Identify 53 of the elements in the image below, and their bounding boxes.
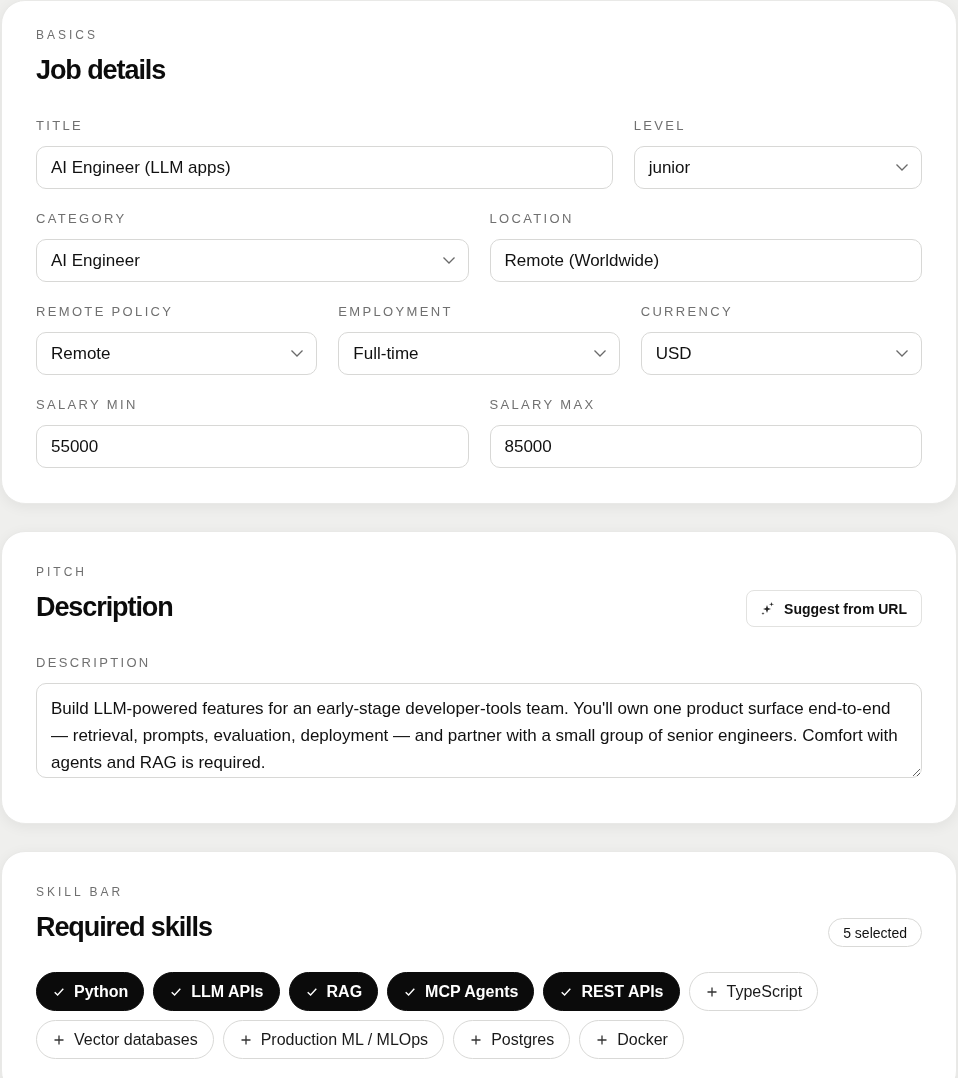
skill-chip[interactable]: Postgres [453, 1020, 571, 1059]
check-icon [561, 987, 572, 996]
field-label: CATEGORY [36, 212, 128, 226]
field-label: REMOTE POLICY [36, 305, 175, 319]
dropdown-select[interactable]: AI Engineer [36, 239, 469, 282]
chevron-down-icon [896, 164, 908, 171]
field-label: LOCATION [489, 212, 575, 226]
dropdown-select[interactable]: USD [640, 332, 922, 375]
skill-chip[interactable]: TypeScript [688, 972, 819, 1011]
skill-chip[interactable]: Vector databases [36, 1020, 214, 1059]
skill-chip[interactable]: Docker [579, 1020, 684, 1059]
section-heading: Job details [36, 54, 166, 87]
plus-icon [240, 1034, 251, 1045]
field-label: DESCRIPTION [36, 656, 152, 670]
skill-chip[interactable]: REST APIs [543, 972, 680, 1011]
plus-icon [471, 1034, 482, 1045]
chevron-down-icon [291, 350, 304, 357]
text-input[interactable]: Remote (Worldwide) [489, 239, 922, 282]
sparkle-icon [761, 602, 775, 615]
section-eyebrow: SKILL BAR [36, 885, 125, 899]
check-icon [306, 987, 317, 996]
field-label: CURRENCY [640, 305, 735, 319]
chevron-down-icon [442, 257, 455, 264]
skill-chip[interactable]: RAG [288, 972, 379, 1011]
field-label: SALARY MAX [489, 398, 597, 412]
dropdown-select[interactable]: Remote [36, 332, 318, 375]
dropdown-select[interactable]: junior [633, 146, 922, 189]
field-label: EMPLOYMENT [338, 305, 454, 319]
text-input[interactable]: AI Engineer (LLM apps) [36, 146, 613, 189]
skill-chip[interactable]: Python [36, 972, 145, 1011]
dropdown-select[interactable]: Full-time [338, 332, 620, 375]
skill-chip[interactable]: Production ML / MLOps [222, 1020, 445, 1059]
plus-icon [706, 986, 717, 997]
plus-icon [597, 1034, 608, 1045]
section-eyebrow: PITCH [36, 565, 88, 579]
field-label: TITLE [36, 119, 85, 133]
check-icon [405, 987, 416, 996]
skill-chip[interactable]: LLM APIs [153, 972, 280, 1011]
skill-chip[interactable]: MCP Agents [387, 972, 535, 1011]
field-label: SALARY MIN [36, 398, 139, 412]
chevron-down-icon [593, 350, 606, 357]
text-input[interactable]: 55000 [36, 425, 469, 468]
section-heading: Required skills [36, 911, 212, 944]
section-heading: Description [36, 591, 173, 624]
chevron-down-icon [896, 350, 908, 357]
section-eyebrow: BASICS [36, 28, 99, 42]
suggest-button[interactable]: Suggest from URL [746, 590, 922, 627]
text-input[interactable]: 85000 [489, 425, 922, 468]
check-icon [171, 987, 182, 996]
check-icon [54, 987, 64, 996]
field-label: LEVEL [633, 119, 687, 133]
plus-icon [54, 1034, 64, 1045]
description-textarea[interactable]: Build LLM-powered features for an early-stage developer-tools team. You'll own one product surface end-to-end — retrieval, prompts, evaluation, deployment — and partner with a small group of senior engineers. Comfort with agents and RAG is required. [36, 683, 922, 778]
